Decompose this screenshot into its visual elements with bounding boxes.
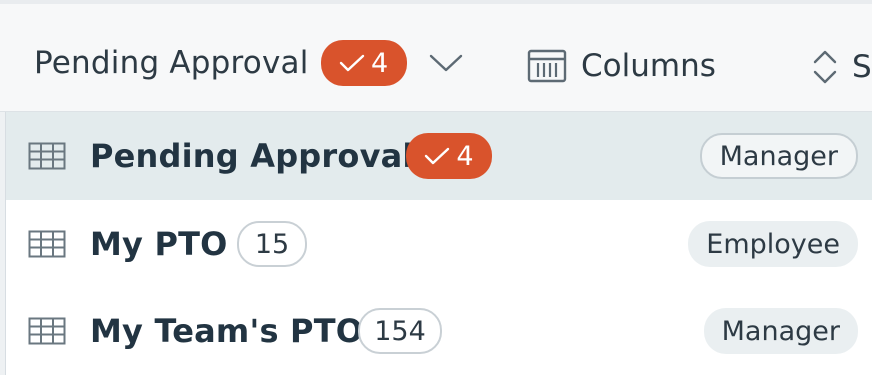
columns-icon xyxy=(527,49,567,83)
columns-button[interactable]: Columns xyxy=(527,38,716,94)
view-item-my-teams-pto[interactable]: My Team's PTO 154 Manager xyxy=(6,287,872,375)
role-badge: Employee xyxy=(688,221,858,267)
check-icon xyxy=(339,54,365,72)
view-item-label: My PTO xyxy=(90,225,228,263)
table-icon xyxy=(28,142,66,170)
pending-count-value: 4 xyxy=(456,140,474,172)
chevron-down-icon[interactable] xyxy=(429,53,463,73)
sort-icon xyxy=(813,50,837,84)
view-selector-label: Pending Approval xyxy=(34,45,309,81)
view-toolbar: Pending Approval 4 Columns S xyxy=(0,0,872,112)
sort-label: S xyxy=(852,49,872,85)
columns-label: Columns xyxy=(581,48,716,84)
pending-count-badge: 4 xyxy=(320,40,407,86)
count-badge: 15 xyxy=(237,221,307,267)
view-item-my-pto[interactable]: My PTO 15 Employee xyxy=(6,200,872,288)
view-item-label: Pending Approval xyxy=(90,137,414,175)
role-badge: Manager xyxy=(699,133,858,179)
sort-button[interactable]: S xyxy=(812,42,872,92)
view-dropdown-menu: Pending Approval 4 Manager My PTO 15 Emp… xyxy=(5,112,872,375)
role-badge: Manager xyxy=(703,308,858,354)
check-icon xyxy=(425,147,450,165)
pending-count-value: 4 xyxy=(370,47,389,79)
count-badge: 154 xyxy=(358,308,442,354)
pending-count-badge: 4 xyxy=(406,133,492,179)
view-item-label: My Team's PTO xyxy=(90,312,364,350)
table-icon xyxy=(28,317,66,345)
view-selector[interactable]: Pending Approval 4 xyxy=(34,38,463,88)
table-icon xyxy=(28,230,66,258)
view-item-pending-approval[interactable]: Pending Approval 4 Manager xyxy=(6,112,872,200)
